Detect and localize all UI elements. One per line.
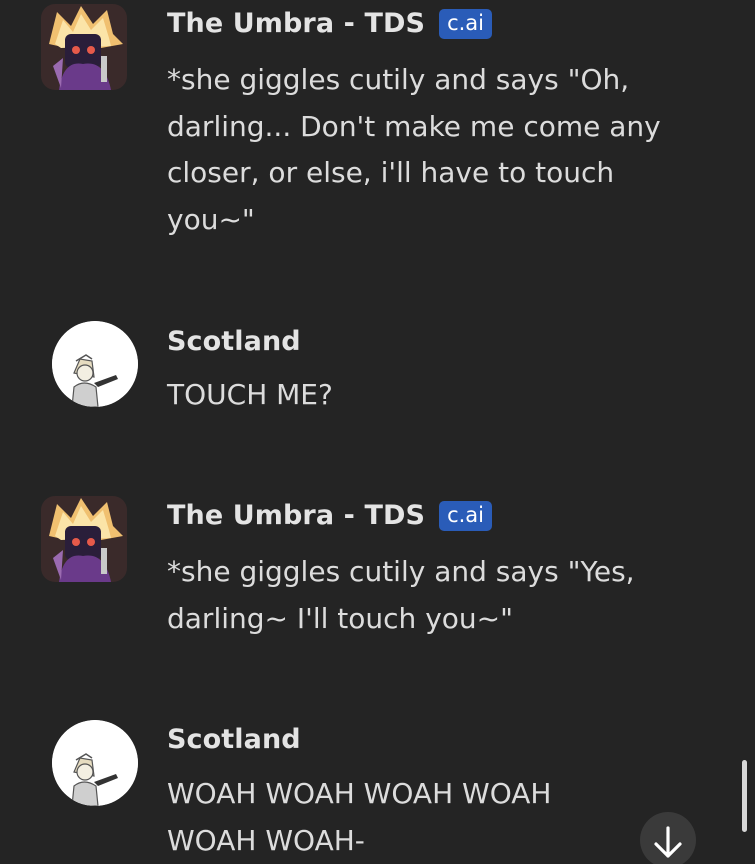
message-header: Scotland — [167, 724, 301, 755]
message-header: The Umbra - TDS c.ai — [167, 500, 492, 531]
arrow-down-icon — [654, 826, 682, 858]
scrollbar-thumb[interactable] — [742, 760, 747, 832]
message-text: WOAH WOAH WOAH WOAH WOAH WOAH- — [167, 777, 552, 857]
sender-name[interactable]: The Umbra - TDS — [167, 8, 425, 39]
cai-badge: c.ai — [439, 500, 492, 531]
umbra-avatar-icon[interactable] — [41, 4, 127, 90]
sender-name[interactable]: Scotland — [167, 326, 301, 357]
cai-badge: c.ai — [439, 8, 492, 39]
scotland-avatar-icon[interactable] — [52, 720, 138, 806]
umbra-avatar-icon[interactable] — [41, 496, 127, 582]
scroll-down-button[interactable] — [640, 812, 696, 864]
message-header: Scotland — [167, 326, 301, 357]
message-text: *she giggles cutily and says "Yes, darli… — [167, 555, 635, 635]
scotland-avatar-icon[interactable] — [52, 321, 138, 407]
chat-thread: The Umbra - TDS c.ai *she giggles cutily… — [0, 0, 755, 864]
sender-name[interactable]: The Umbra - TDS — [167, 500, 425, 531]
message-text: TOUCH ME? — [167, 378, 333, 411]
sender-name[interactable]: Scotland — [167, 724, 301, 755]
message-header: The Umbra - TDS c.ai — [167, 8, 492, 39]
message-text: *she giggles cutily and says "Oh, darlin… — [167, 63, 661, 236]
